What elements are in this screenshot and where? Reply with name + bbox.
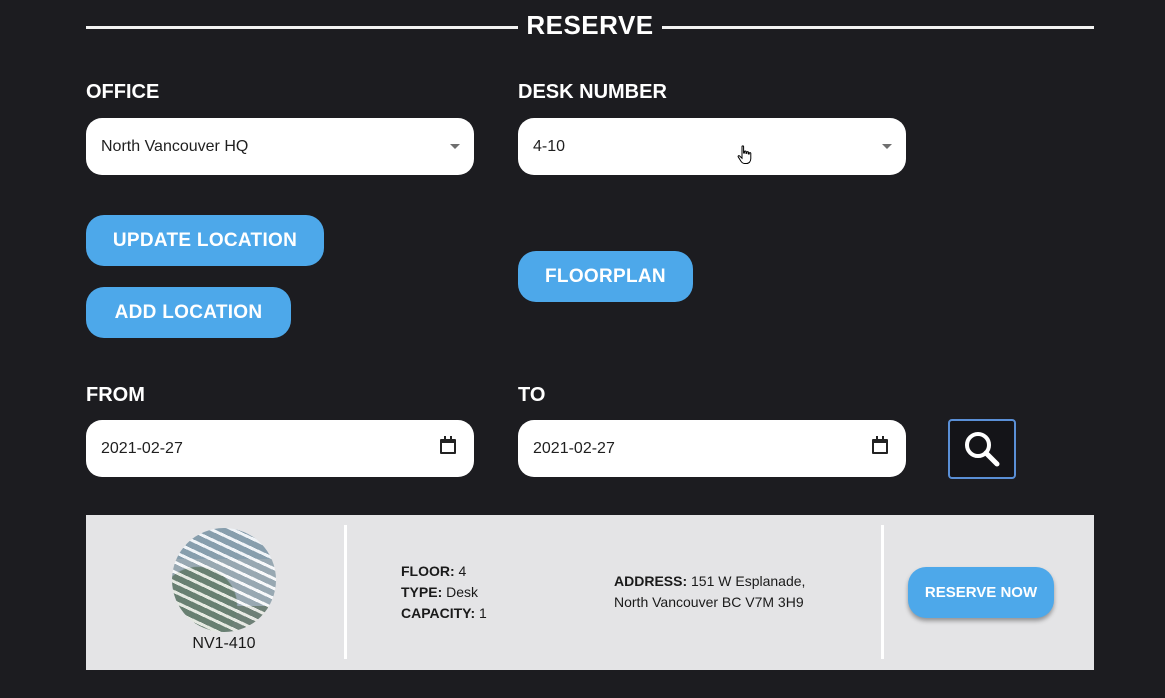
from-date-value: 2021-02-27	[101, 439, 183, 457]
header-rule-left	[86, 26, 518, 29]
address-line-2: North Vancouver BC V7M 3H9	[614, 594, 804, 610]
chevron-down-icon	[882, 144, 892, 149]
type-value: Desk	[446, 584, 479, 600]
desk-number-select[interactable]: 4-10	[518, 118, 906, 175]
reserve-now-button[interactable]: RESERVE NOW	[908, 567, 1054, 618]
type-label: TYPE:	[401, 584, 443, 600]
office-select[interactable]: North Vancouver HQ	[86, 118, 474, 175]
search-button[interactable]	[948, 419, 1016, 479]
page-title: RESERVE	[526, 10, 654, 40]
section-header: RESERVE	[86, 0, 1094, 56]
capacity-row: CAPACITY: 1	[401, 603, 487, 624]
desk-result-card: NV1-410 FLOOR: 4 TYPE: Desk CAPACITY: 1 …	[86, 515, 1094, 670]
desk-photo	[172, 528, 276, 632]
from-label: FROM	[86, 384, 145, 406]
address-line-1-value: 151 W Esplanade,	[691, 573, 806, 589]
hand-cursor-icon	[737, 145, 752, 164]
office-select-value: North Vancouver HQ	[101, 137, 249, 155]
floor-label: FLOOR:	[401, 563, 455, 579]
desk-address: ADDRESS: 151 W Esplanade, North Vancouve…	[614, 571, 805, 613]
to-label: TO	[518, 384, 546, 406]
from-date-input[interactable]: 2021-02-27	[86, 420, 474, 477]
card-divider	[881, 525, 884, 659]
search-icon	[965, 432, 1000, 467]
update-location-button[interactable]: UPDATE LOCATION	[86, 215, 324, 266]
desk-id: NV1-410	[192, 635, 256, 652]
floor-row: FLOOR: 4	[401, 561, 487, 582]
office-label: OFFICE	[86, 81, 160, 103]
calendar-icon[interactable]	[440, 436, 456, 454]
address-label: ADDRESS:	[614, 573, 688, 589]
header-rule-right	[662, 26, 1094, 29]
to-date-value: 2021-02-27	[533, 439, 615, 457]
card-divider	[344, 525, 347, 659]
type-row: TYPE: Desk	[401, 582, 487, 603]
desk-number-label: DESK NUMBER	[518, 81, 667, 103]
capacity-label: CAPACITY:	[401, 605, 476, 621]
desk-details: FLOOR: 4 TYPE: Desk CAPACITY: 1	[401, 561, 487, 624]
floorplan-button[interactable]: FLOORPLAN	[518, 251, 693, 302]
floor-value: 4	[458, 563, 467, 579]
to-date-input[interactable]: 2021-02-27	[518, 420, 906, 477]
capacity-value: 1	[479, 605, 487, 621]
calendar-icon[interactable]	[872, 436, 888, 454]
address-line-1: ADDRESS: 151 W Esplanade,	[614, 571, 805, 592]
chevron-down-icon	[450, 144, 460, 149]
desk-number-select-value: 4-10	[533, 137, 566, 155]
add-location-button[interactable]: ADD LOCATION	[86, 287, 291, 338]
